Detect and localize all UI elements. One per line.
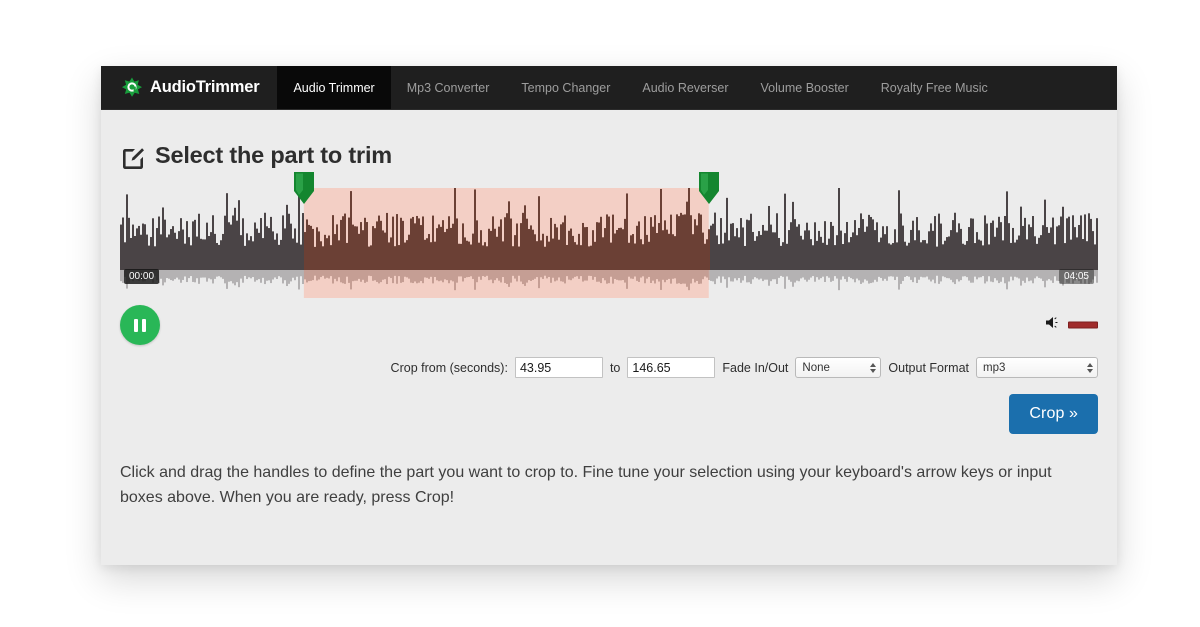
nav-item-tempo-changer[interactable]: Tempo Changer [505,66,626,109]
nav-item-royalty-free-music[interactable]: Royalty Free Music [865,66,1004,109]
page-title-text: Select the part to trim [155,142,392,168]
crop-from-label: Crop from (seconds): [390,360,508,375]
nav-item-audio-trimmer[interactable]: Audio Trimmer [277,66,391,109]
brand-logo[interactable]: AudioTrimmer [101,66,277,109]
fade-select[interactable]: None [795,357,882,378]
crop-options-row: Crop from (seconds): to Fade In/Out None… [120,357,1098,378]
page-title: Select the part to trim [120,142,1098,169]
selection-handle-left[interactable] [292,171,316,205]
output-format-select[interactable]: mp3 [976,357,1098,378]
waveform-end-time: 04:05 [1058,269,1094,284]
waveform-canvas[interactable] [120,188,1098,298]
help-text: Click and drag the handles to define the… [120,464,1052,506]
play-pause-button[interactable] [120,305,160,345]
output-format-label: Output Format [888,360,969,375]
pause-icon [134,318,146,332]
output-format-value: mp3 [983,361,1006,374]
selection-handle-right[interactable] [697,171,721,205]
crop-to-input[interactable] [627,357,716,378]
action-row: Crop » [120,394,1098,434]
volume-control[interactable] [1045,316,1098,335]
top-navigation-bar: AudioTrimmer Audio Trimmer Mp3 Converter… [101,66,1117,110]
crop-button[interactable]: Crop » [1009,394,1098,434]
nav-items: Audio Trimmer Mp3 Converter Tempo Change… [277,66,1003,109]
brand-name: AudioTrimmer [150,78,260,96]
speaker-icon [1045,316,1061,335]
main-content: Select the part to trim 00:00 04:05 Crop… [101,110,1117,511]
waveform-start-time: 00:00 [124,269,160,284]
edit-square-icon [120,143,146,169]
fade-label: Fade In/Out [722,360,789,375]
crop-from-input[interactable] [514,357,603,378]
screenshot-stage: AudioTrimmer Audio Trimmer Mp3 Converter… [0,0,1200,627]
transport-controls [120,298,1098,352]
crop-to-label: to [609,360,621,375]
audio-burst-logo-icon [121,77,143,99]
chevron-updown-icon [870,362,877,373]
waveform-display[interactable]: 00:00 04:05 [120,172,1098,298]
volume-slider[interactable] [1068,321,1098,329]
fade-select-value: None [802,361,830,374]
app-panel: AudioTrimmer Audio Trimmer Mp3 Converter… [101,66,1117,565]
nav-item-mp3-converter[interactable]: Mp3 Converter [391,66,506,109]
nav-item-audio-reverser[interactable]: Audio Reverser [626,66,744,109]
chevron-updown-icon [1087,362,1093,373]
nav-item-volume-booster[interactable]: Volume Booster [745,66,865,109]
